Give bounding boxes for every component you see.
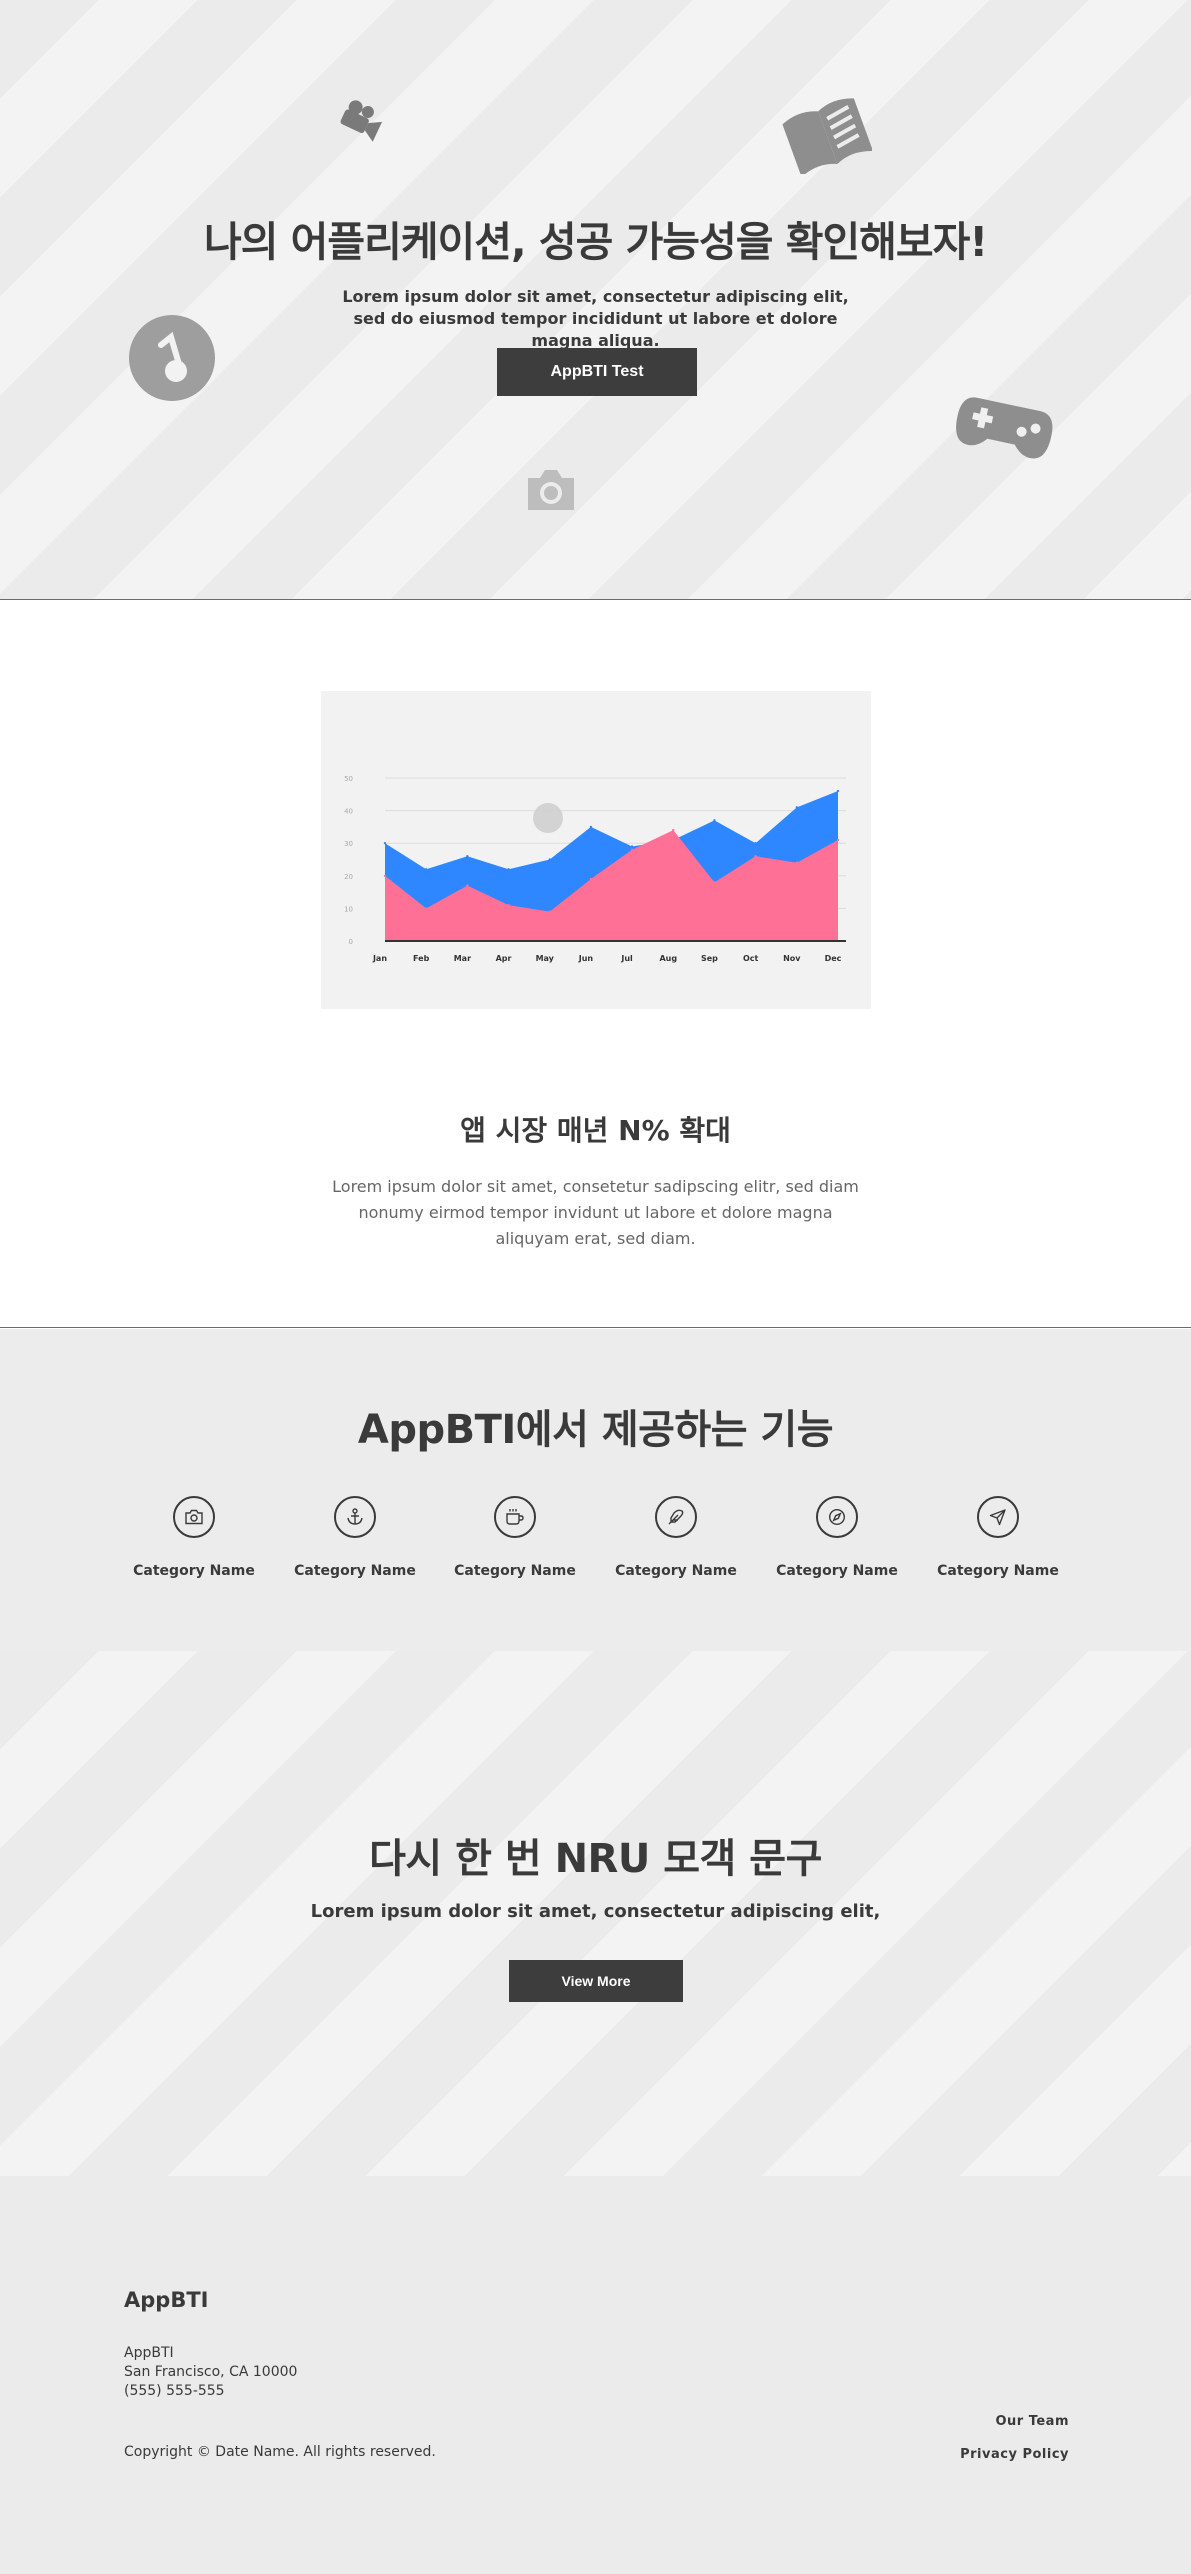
data-point	[713, 819, 716, 822]
music-note-icon	[129, 315, 215, 401]
feature-label: Category Name	[133, 1563, 255, 1579]
data-point	[795, 806, 799, 809]
x-tick-label: Nov	[783, 954, 801, 963]
x-tick-label: Feb	[413, 954, 430, 963]
feature-circle[interactable]	[173, 1496, 215, 1538]
data-point	[466, 855, 469, 858]
hero-subtitle: Lorem ipsum dolor sit amet, consectetur …	[342, 287, 849, 350]
feature-circle[interactable]	[977, 1496, 1019, 1538]
y-tick-label: 50	[344, 775, 353, 783]
data-point	[672, 828, 675, 832]
data-point	[383, 842, 387, 845]
feature-circle[interactable]	[334, 1496, 376, 1538]
send-icon	[989, 1509, 1006, 1526]
compass-icon	[828, 1508, 846, 1526]
market-body: Lorem ipsum dolor sit amet, consetetur s…	[332, 1177, 859, 1248]
data-point	[836, 789, 840, 793]
coffee-icon	[506, 1509, 524, 1525]
feature-item-send[interactable]: Category Name	[908, 1496, 1088, 1579]
book-icon	[782, 98, 872, 174]
x-tick-label: Jul	[620, 954, 633, 963]
hero-title: 나의 어플리케이션, 성공 가능성을 확인해보자!	[203, 218, 988, 266]
anchor-icon	[347, 1508, 363, 1525]
y-tick-label: 40	[344, 808, 353, 816]
x-tick-label: Oct	[743, 954, 759, 963]
x-tick-label: Aug	[659, 954, 677, 963]
x-tick-label: Sep	[701, 954, 718, 963]
address-phone: (555) 555-555	[124, 2383, 225, 2399]
footer-brand: AppBTI	[124, 2288, 209, 2312]
x-tick-label: Apr	[496, 954, 512, 963]
cta-subtitle: Lorem ipsum dolor sit amet, consectetur …	[310, 1901, 881, 1922]
data-point	[630, 848, 634, 851]
privacy-policy-link[interactable]: Privacy Policy	[960, 2447, 1069, 2462]
our-team-link[interactable]: Our Team	[995, 2414, 1069, 2429]
address-city: San Francisco, CA 10000	[124, 2364, 298, 2380]
feature-circle[interactable]	[494, 1496, 536, 1538]
data-point	[548, 858, 551, 861]
data-point	[507, 868, 510, 871]
appbti-test-button[interactable]: AppBTI Test	[497, 348, 697, 396]
camera-icon	[528, 470, 574, 510]
feature-item-anchor[interactable]: Category Name	[265, 1496, 445, 1579]
x-tick-label: May	[536, 954, 555, 963]
data-point	[383, 874, 387, 877]
feature-label: Category Name	[937, 1563, 1059, 1579]
view-more-button[interactable]: View More	[509, 1960, 683, 2002]
data-point	[589, 825, 593, 829]
data-point	[795, 861, 799, 864]
feather-icon	[668, 1509, 684, 1525]
area-chart: 0 10 20 30 40 50 Jan Feb Mar Apr May Jun Jul Aug Sep Oc…	[344, 775, 846, 963]
footer-copyright: Copyright © Date Name. All rights reserv…	[124, 2444, 436, 2460]
data-point	[548, 910, 551, 913]
y-tick-label: 20	[344, 873, 353, 881]
x-tick-label: Jun	[578, 954, 594, 963]
data-point	[754, 855, 757, 858]
feature-label: Category Name	[454, 1563, 576, 1579]
market-section: 0 10 20 30 40 50 Jan Feb Mar Apr May Jun Jul Aug Sep Oc…	[0, 601, 1191, 1328]
data-point	[466, 884, 469, 887]
gamepad-icon	[956, 397, 1053, 459]
data-point	[630, 845, 634, 848]
video-camera-icon	[340, 100, 383, 142]
camera-icon	[185, 1509, 203, 1525]
chart-container: 0 10 20 30 40 50 Jan Feb Mar Apr May Jun Jul Aug Sep Oc…	[321, 691, 871, 1009]
y-tick-label: 10	[344, 905, 353, 913]
hero-section: 나의 어플리케이션, 성공 가능성을 확인해보자! Lorem ipsum do…	[0, 0, 1191, 600]
feature-label: Category Name	[776, 1563, 898, 1579]
market-heading: 앱 시장 매년 N% 확대	[460, 1114, 731, 1147]
y-tick-label: 30	[344, 840, 353, 848]
footer-address: AppBTI San Francisco, CA 10000 (555) 555…	[124, 2344, 297, 2401]
data-point	[589, 877, 593, 881]
x-tick-label: Jan	[372, 954, 387, 963]
feature-circle[interactable]	[816, 1496, 858, 1538]
cta-heading: 다시 한 번 NRU 모객 문구	[369, 1836, 822, 1882]
data-point	[507, 903, 510, 907]
feature-item-compass[interactable]: Category Name	[747, 1496, 927, 1579]
features-heading: AppBTI에서 제공하는 기능	[357, 1407, 834, 1453]
cta-section: 다시 한 번 NRU 모객 문구 Lorem ipsum dolor sit a…	[0, 1651, 1191, 2176]
data-point	[754, 842, 757, 845]
x-tick-label: Dec	[825, 954, 842, 963]
feature-item-camera[interactable]: Category Name	[104, 1496, 284, 1579]
data-point	[424, 907, 428, 910]
feature-label: Category Name	[615, 1563, 737, 1579]
data-point	[713, 881, 716, 884]
feature-label: Category Name	[294, 1563, 416, 1579]
footer: AppBTI AppBTI San Francisco, CA 10000 (5…	[0, 2176, 1191, 2574]
address-name: AppBTI	[124, 2345, 174, 2361]
feature-item-coffee[interactable]: Category Name	[425, 1496, 605, 1579]
feature-circle[interactable]	[655, 1496, 697, 1538]
data-point	[424, 868, 428, 871]
y-tick-label: 0	[349, 938, 353, 946]
feature-item-feather[interactable]: Category Name	[586, 1496, 766, 1579]
hover-marker	[533, 803, 563, 833]
x-tick-label: Mar	[454, 954, 471, 963]
features-section: AppBTI에서 제공하는 기능 Category Name Category …	[0, 1329, 1191, 1651]
data-point	[836, 838, 840, 842]
